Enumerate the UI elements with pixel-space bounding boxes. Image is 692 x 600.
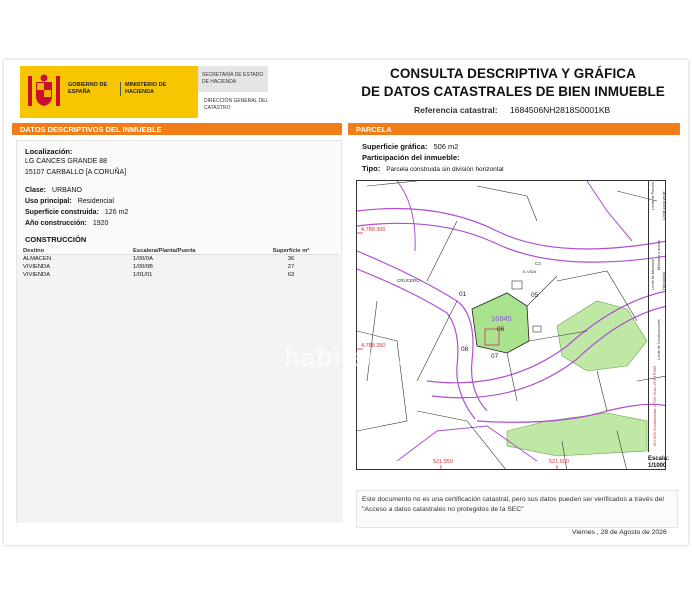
watermark: habitaclia — [284, 342, 414, 372]
cell-destino: VIVIENDA — [23, 264, 51, 270]
anio-row: Año construcción: 1920 — [25, 220, 108, 227]
cell-superficie: 36 — [287, 256, 295, 262]
address-line1: LG CANCES GRANDE 88 — [25, 158, 108, 165]
cell-escalera: 1/00/0A — [133, 256, 153, 262]
section-bar-datos: DATOS DESCRIPTIVOS DEL INMUEBLE — [12, 123, 342, 135]
utm-coords-label: 521.600 Coordenadas U.T.M. Huso 29 ETRS8… — [653, 366, 657, 446]
sup-grafica-value: 506 m2 — [433, 142, 459, 151]
construction-table: Destino Escalera/Planta/Puerta Superfici… — [23, 247, 339, 279]
address-line2: 15107 CARBALLO [A CORUÑA] — [25, 169, 127, 176]
legend-hidrografia: Hidrografía — [662, 272, 666, 290]
tipo-value: Parcela construida sin división horizont… — [386, 166, 504, 173]
street-label-crucero: CRUCERO — [397, 278, 420, 283]
table-row: ALMACEN 1/00/0A 36 — [23, 255, 339, 263]
page-title-line2: DE DATOS CATASTRALES DE BIEN INMUEBLE — [361, 84, 665, 99]
legend-drawing: Límite de Manzana Límite de Parcela Lími… — [651, 182, 666, 446]
escala-value: 1/1000 — [648, 463, 667, 469]
uso-value: Residencial — [77, 198, 114, 205]
cell-escalera: 1/00/0B — [133, 264, 153, 270]
ministerio-label: MINISTERIO DE HACIENDA — [120, 82, 190, 96]
tipo-row: Tipo: Parcela construida sin división hor… — [362, 164, 504, 173]
legend-limite-construcciones: Límite de Construcciones — [657, 319, 661, 360]
participacion-row: Participación del inmueble: — [362, 153, 466, 162]
coord-north-1: 4.788.300 — [361, 227, 385, 233]
table-header: Destino Escalera/Planta/Puerta Superfici… — [23, 247, 339, 255]
cell-destino: ALMACEN — [23, 256, 52, 262]
coord-east-1: 521.550 — [433, 459, 453, 465]
plot-label-06: 06 — [497, 326, 505, 333]
table-background — [17, 255, 343, 523]
superficie-label: Superficie construida: — [25, 209, 99, 216]
table-row: VIVIENDA 1/00/0B 27 — [23, 263, 339, 271]
anio-label: Año construcción: — [25, 220, 87, 227]
cadastral-reference: Referencia catastral: 1684506NH2818S0001… — [414, 105, 610, 115]
construccion-title: CONSTRUCCIÓN — [25, 235, 87, 244]
gobierno-label: GOBIERNO DE ESPAÑA — [68, 82, 108, 95]
header-destino: Destino — [23, 247, 45, 254]
document-date: Viernes , 28 de Agosto de 2026 — [572, 529, 667, 536]
plot-label-07: 07 — [491, 353, 499, 360]
legend-limite-parcela: Límite de Parcela — [651, 182, 655, 210]
escala-label: Escala: — [648, 456, 670, 462]
uso-label: Uso principal: — [25, 198, 72, 205]
document-page: GOBIERNO DE ESPAÑA MINISTERIO DE HACIEND… — [4, 60, 688, 545]
cell-superficie: 63 — [287, 272, 295, 278]
section-bar-parcela: PARCELA — [348, 123, 680, 135]
clase-value: URBANO — [52, 187, 82, 194]
government-logo: GOBIERNO DE ESPAÑA MINISTERIO DE HACIEND… — [20, 66, 198, 118]
plot-label-08: 08 — [461, 346, 469, 353]
clase-row: Clase: URBANO — [25, 187, 82, 194]
cell-superficie: 27 — [287, 264, 295, 270]
map-legend: Límite de Manzana Límite de Parcela Lími… — [648, 180, 666, 452]
descriptive-data-panel: Localización: LG CANCES GRANDE 88 15107 … — [16, 140, 343, 523]
secretaria-label: SECRETARÍA DE ESTADO DE HACIENDA — [198, 66, 268, 92]
map-drawing: 4.788.300 4.788.250 521.550 521.600 1684… — [357, 181, 665, 469]
parcel-shape — [471, 292, 530, 354]
sup-grafica-row: Superficie gráfica: 506 m2 — [362, 142, 458, 151]
table-row: VIVIENDA 1/01/01 63 — [23, 271, 339, 279]
superficie-value: 126 m2 — [104, 209, 129, 216]
cell-destino: VIVIENDA — [23, 272, 51, 278]
direccion-label: DIRECCIÓN GENERAL DEL CATASTRO — [204, 98, 269, 111]
map-label-c3: C3 — [535, 261, 541, 266]
participacion-label: Participación del inmueble: — [362, 153, 460, 162]
plot-label-05: 05 — [531, 292, 539, 299]
ref-value: 1684506NH2818S0001KB — [510, 105, 611, 115]
disclaimer-note: Este documento no es una certificación c… — [356, 490, 678, 528]
map-label-evida: E-VIDA — [523, 269, 537, 274]
cadastral-map[interactable]: 4.788.300 4.788.250 521.550 521.600 1684… — [356, 180, 666, 470]
plot-label-01: 01 — [459, 291, 467, 298]
header-superficie: Superficie m² — [272, 247, 310, 254]
uso-row: Uso principal: Residencial — [25, 198, 114, 205]
cell-escalera: 1/01/01 — [133, 272, 153, 278]
coat-of-arms-icon — [28, 74, 60, 106]
legend-zona-verde: Límite zona verde — [662, 191, 666, 220]
localizacion-label: Localización: — [25, 147, 73, 156]
page-title-line1: CONSULTA DESCRIPTIVA Y GRÁFICA — [389, 66, 636, 81]
coord-east-2: 521.600 — [549, 459, 569, 465]
scale-label: Escala: 1/1000 — [648, 456, 678, 470]
legend-limite-manzana: Límite de Manzana — [651, 259, 655, 290]
sup-grafica-label: Superficie gráfica: — [362, 142, 428, 151]
anio-value: 1920 — [92, 220, 109, 227]
legend-mobiliario: Mobiliario y aceras — [657, 240, 661, 270]
superficie-row: Superficie construida: 126 m2 — [25, 209, 128, 216]
header-escalera: Escalera/Planta/Puerta — [133, 247, 196, 254]
clase-label: Clase: — [25, 187, 47, 194]
tipo-label: Tipo: — [362, 164, 381, 173]
ref-label: Referencia catastral: — [414, 105, 498, 115]
parcel-number: 16845 — [491, 314, 512, 323]
